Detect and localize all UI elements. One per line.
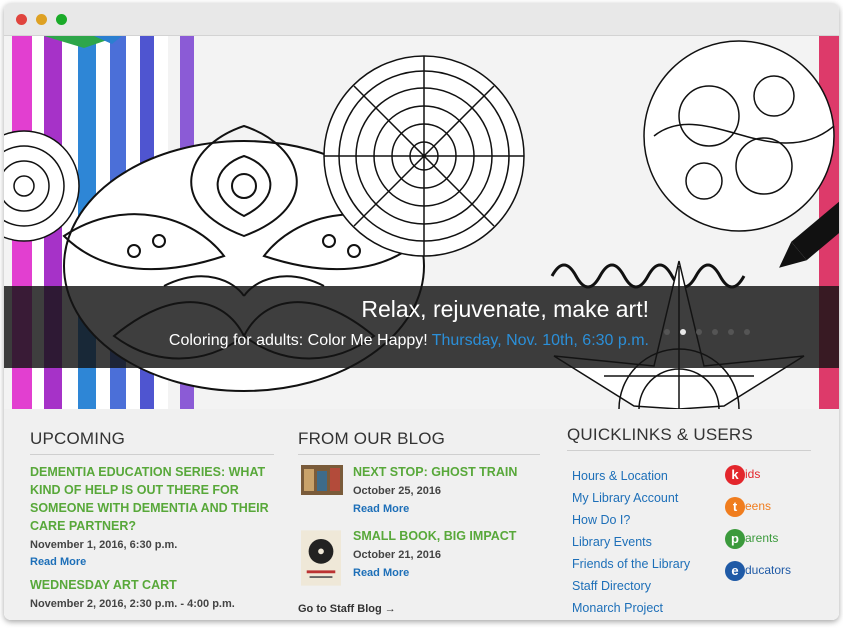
blog-post-title-link[interactable]: SMALL BOOK, BIG IMPACT	[353, 529, 516, 543]
hero-subtitle-line[interactable]: Coloring for adults: Color Me Happy! Thur…	[169, 332, 649, 350]
staff-blog-link[interactable]: Go to Staff Blog →	[298, 603, 540, 615]
quicklink-how-do-i[interactable]: How Do I?	[572, 509, 690, 531]
blog-post: SMALL BOOK, BIG IMPACT October 21, 2016 …	[298, 529, 540, 597]
quicklink-hours[interactable]: Hours & Location	[572, 465, 690, 487]
quicklink-monarch[interactable]: Monarch Project	[572, 597, 690, 619]
blog-post-date: October 21, 2016	[353, 549, 442, 561]
browser-window: Relax, rejuvenate, make art! Coloring fo…	[4, 3, 839, 620]
blog-section: FROM OUR BLOG NEXT STOP: GHOST TRAIN Oct…	[298, 429, 540, 615]
blog-thumbnail-train[interactable]	[301, 465, 343, 495]
event-item: DEMENTIA EDUCATION SERIES: WHAT KIND OF …	[30, 463, 274, 568]
kids-label: ids	[745, 467, 761, 481]
blog-thumbnail-book[interactable]	[301, 529, 341, 587]
quicklink-friends[interactable]: Friends of the Library	[572, 553, 690, 575]
blog-post-title-link[interactable]: NEXT STOP: GHOST TRAIN	[353, 465, 517, 479]
page-content: Relax, rejuvenate, make art! Coloring fo…	[4, 36, 839, 620]
quicklink-events[interactable]: Library Events	[572, 531, 690, 553]
teens-badge-icon: t	[725, 497, 745, 517]
hero-subtitle: Coloring for adults: Color Me Happy!	[168, 332, 428, 349]
slider-dot-active[interactable]	[680, 329, 686, 335]
slider-dot[interactable]	[728, 329, 734, 335]
blog-post-date: October 25, 2016	[353, 485, 442, 497]
quicklink-account[interactable]: My Library Account	[572, 487, 690, 509]
educators-badge-icon: e	[725, 561, 745, 581]
quicklinks-heading: QUICKLINKS & USERS	[567, 425, 811, 451]
slider-dot[interactable]	[696, 329, 702, 335]
parents-badge-icon: p	[725, 529, 745, 549]
event-date: November 1, 2016, 6:30 p.m.	[30, 539, 178, 551]
title-bar	[4, 3, 839, 36]
slider-dot[interactable]	[664, 329, 670, 335]
quicklinks-section: QUICKLINKS & USERS Hours & Location My L…	[567, 425, 811, 615]
upcoming-heading: UPCOMING	[30, 429, 274, 455]
slider-dot[interactable]	[744, 329, 750, 335]
blog-read-more-link[interactable]: Read More	[353, 503, 517, 515]
slider-dots	[664, 322, 760, 340]
hero-slider[interactable]: Relax, rejuvenate, make art! Coloring fo…	[4, 36, 839, 409]
event-item: WEDNESDAY ART CART November 2, 2016, 2:3…	[30, 576, 274, 610]
hero-date-link[interactable]: Thursday, Nov. 10th, 6:30 p.m.	[432, 332, 649, 349]
blog-post: NEXT STOP: GHOST TRAIN October 25, 2016 …	[298, 465, 540, 527]
maximize-window-button[interactable]	[56, 14, 67, 25]
educators-label: ducators	[745, 563, 792, 577]
close-window-button[interactable]	[16, 14, 27, 25]
event-title-link[interactable]: WEDNESDAY ART CART	[30, 576, 274, 594]
hero-title: Relax, rejuvenate, make art!	[361, 296, 649, 322]
event-title-link[interactable]: DEMENTIA EDUCATION SERIES: WHAT KIND OF …	[30, 463, 274, 535]
teens-label: eens	[745, 499, 772, 513]
kids-badge-icon: k	[725, 465, 745, 485]
minimize-window-button[interactable]	[36, 14, 47, 25]
blog-read-more-link[interactable]: Read More	[353, 567, 516, 579]
event-date: November 2, 2016, 2:30 p.m. - 4:00 p.m.	[30, 598, 235, 610]
upcoming-section: UPCOMING DEMENTIA EDUCATION SERIES: WHAT…	[30, 429, 274, 610]
slider-dot[interactable]	[712, 329, 718, 335]
blog-heading: FROM OUR BLOG	[298, 429, 540, 455]
quicklinks-list: Hours & Location My Library Account How …	[572, 465, 690, 619]
quicklink-staff-directory[interactable]: Staff Directory	[572, 575, 690, 597]
parents-label: arents	[745, 531, 779, 545]
content-columns: UPCOMING DEMENTIA EDUCATION SERIES: WHAT…	[4, 409, 839, 620]
event-read-more-link[interactable]: Read More	[30, 556, 274, 568]
